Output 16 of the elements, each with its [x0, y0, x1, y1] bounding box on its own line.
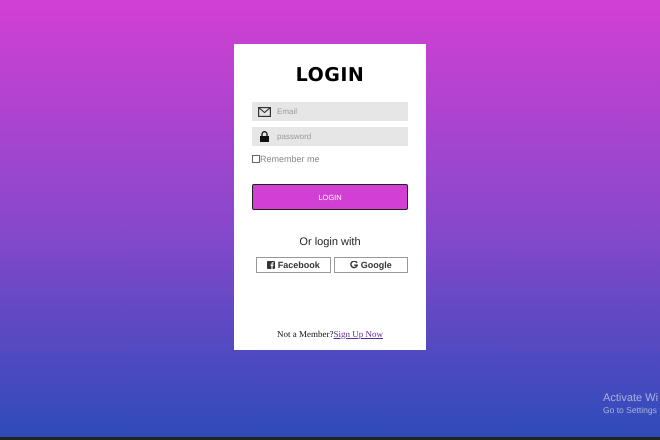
envelope-icon: [258, 106, 270, 116]
remember-label: Remember me: [260, 154, 320, 164]
remember-checkbox[interactable]: [252, 155, 260, 163]
facebook-button[interactable]: Facebook: [256, 257, 330, 273]
lock-icon: [260, 131, 268, 142]
email-field[interactable]: Email: [252, 102, 408, 121]
password-field[interactable]: password: [252, 127, 408, 146]
signup-link[interactable]: Sign Up Now: [333, 329, 383, 339]
activation-title: Activate Wi: [603, 392, 658, 404]
google-icon: [350, 261, 358, 269]
alt-login-heading: Or login with: [298, 236, 362, 248]
activation-subtitle: Go to Settings: [603, 405, 658, 415]
google-button[interactable]: Google: [334, 257, 408, 273]
facebook-icon: [266, 261, 275, 269]
login-title: LOGIN: [294, 64, 366, 86]
signup-prompt: Not a Member?Sign Up Now: [276, 329, 384, 339]
